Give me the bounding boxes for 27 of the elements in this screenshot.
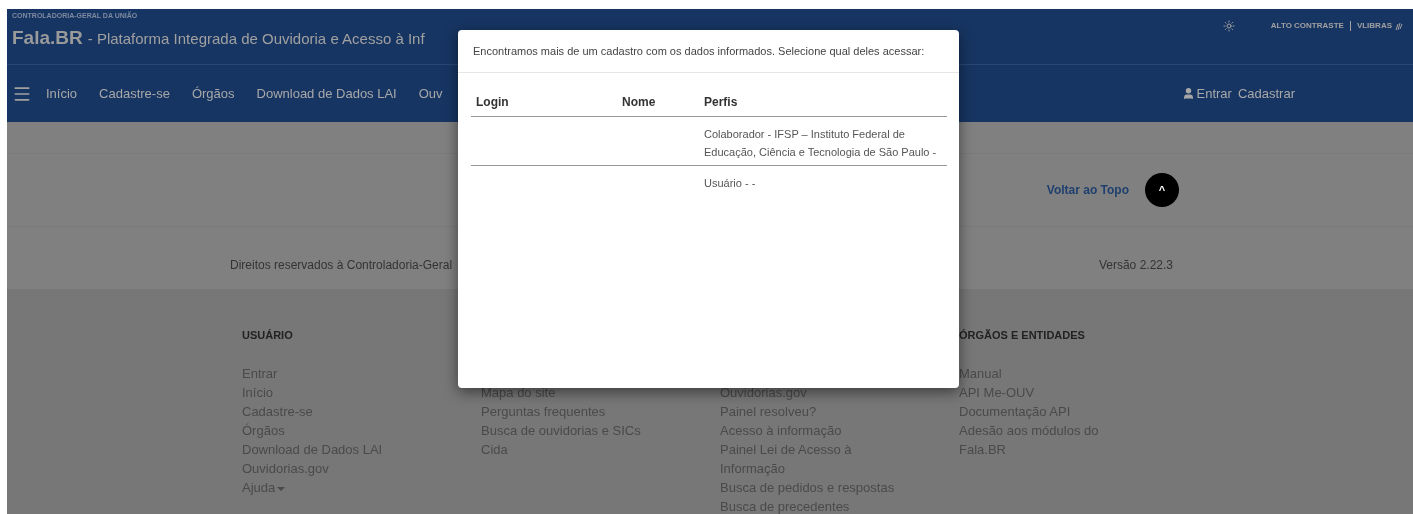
back-to-top-link[interactable]: Voltar ao Topo — [1046, 181, 1129, 199]
nav-link[interactable]: Download de Dados LAI — [256, 83, 397, 104]
back-to-top-button[interactable]: ^ — [1145, 173, 1179, 207]
profile-cell: Usuário - - — [699, 165, 947, 196]
profile-cell: Colaborador - IFSP – Instituto Federal de Educação, Ciência e Tecnologia de São Paulo - — [699, 116, 947, 165]
contrast-link[interactable]: ALTO CONTRASTE — [1270, 20, 1344, 32]
vlibras-link[interactable]: VLIBRAS — [1356, 20, 1392, 32]
nav-link[interactable]: Órgãos — [191, 83, 235, 104]
column-header: Login — [471, 88, 617, 116]
footer-heading: USUÁRIO — [242, 328, 294, 343]
nav-link[interactable]: Cadastre-se — [99, 83, 170, 104]
nav-link[interactable]: Ouv — [418, 83, 443, 104]
login-link[interactable]: Entrar — [1181, 83, 1232, 104]
register-link[interactable]: Cadastrar — [1237, 83, 1295, 104]
site-subtitle: - Plataforma Integrada de Ouvidoria e Acesso à Inf — [87, 28, 425, 49]
nav-link[interactable]: Início — [46, 83, 78, 104]
column-header: Perfis — [699, 88, 947, 116]
version-text: Versão 2.22.3 — [1098, 257, 1173, 274]
column-header: Nome — [617, 88, 699, 116]
caret-icon — [277, 486, 286, 491]
user-icon — [1181, 87, 1195, 100]
footer-heading: ÓRGÃOS E ENTIDADES — [959, 328, 1086, 343]
brand-name: Fala.BR — [12, 25, 83, 50]
copyright-text: Direitos reservados à Controladoria-Geral — [230, 257, 454, 274]
dialog-message: Encontramos mais de um cadastro com os dados informados. Selecione qual deles acessar: — [458, 30, 959, 73]
account-row[interactable]: Usuário - - — [471, 165, 947, 196]
account-row[interactable]: Colaborador - IFSP – Instituto Federal de Educação, Ciência e Tecnologia de São Paulo - — [471, 116, 947, 165]
